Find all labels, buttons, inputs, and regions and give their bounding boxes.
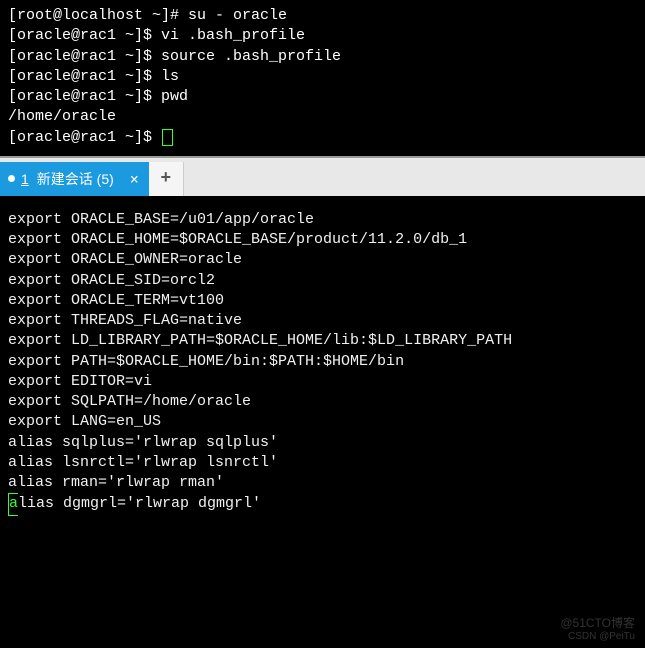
terminal-line: export ORACLE_HOME=$ORACLE_BASE/product/… [8, 230, 637, 250]
shell-prompt: [oracle@rac1 ~]$ [8, 129, 161, 146]
terminal-line: export THREADS_FLAG=native [8, 311, 637, 331]
terminal-line: export LANG=en_US [8, 412, 637, 432]
terminal-line: alias rman='rlwrap rman' [8, 473, 637, 493]
shell-command: /home/oracle [8, 108, 116, 125]
terminal-line: [oracle@rac1 ~]$ pwd [8, 87, 637, 107]
shell-command: vi .bash_profile [161, 27, 305, 44]
terminal-line: [oracle@rac1 ~]$ vi .bash_profile [8, 26, 637, 46]
tab-active-session[interactable]: 1 新建会话 (5) × [0, 162, 149, 196]
shell-command: su - oracle [188, 7, 287, 24]
tab-index: 1 [21, 171, 29, 187]
plus-icon: + [160, 169, 171, 189]
terminal-line: export SQLPATH=/home/oracle [8, 392, 637, 412]
shell-prompt: [oracle@rac1 ~]$ [8, 68, 161, 85]
bottom-panel: 1 新建会话 (5) × + export ORACLE_BASE=/u01/a… [0, 156, 645, 598]
shell-command: ls [161, 68, 179, 85]
tab-bar: 1 新建会话 (5) × + [0, 158, 645, 196]
terminal-line: alias lsnrctl='rlwrap lsnrctl' [8, 453, 637, 473]
terminal-line: export PATH=$ORACLE_HOME/bin:$PATH:$HOME… [8, 352, 637, 372]
close-icon[interactable]: × [130, 170, 139, 188]
terminal-top-panel[interactable]: [root@localhost ~]# su - oracle[oracle@r… [0, 0, 645, 156]
terminal-line: [oracle@rac1 ~]$ [8, 128, 637, 148]
shell-prompt: [oracle@rac1 ~]$ [8, 48, 161, 65]
tab-label: 新建会话 (5) [37, 169, 114, 189]
terminal-line: export ORACLE_SID=orcl2 [8, 271, 637, 291]
terminal-line: export EDITOR=vi [8, 372, 637, 392]
terminal-line: export LD_LIBRARY_PATH=$ORACLE_HOME/lib:… [8, 331, 637, 351]
tab-status-dot-icon [8, 175, 15, 182]
terminal-line: [root@localhost ~]# su - oracle [8, 6, 637, 26]
cursor-icon [162, 129, 173, 146]
shell-prompt: [oracle@rac1 ~]$ [8, 27, 161, 44]
terminal-line: [oracle@rac1 ~]$ ls [8, 67, 637, 87]
terminal-line: alias sqlplus='rlwrap sqlplus' [8, 433, 637, 453]
cursor-icon: a [8, 493, 18, 515]
terminal-line: export ORACLE_BASE=/u01/app/oracle [8, 210, 637, 230]
shell-prompt: [root@localhost ~]# [8, 7, 188, 24]
terminal-bottom-panel[interactable]: export ORACLE_BASE=/u01/app/oracleexport… [0, 196, 645, 598]
terminal-line: /home/oracle [8, 107, 637, 127]
terminal-line: alias dgmgrl='rlwrap dgmgrl' [8, 493, 637, 515]
watermark: @51CTO博客 CSDN @PeiTu [560, 614, 635, 642]
config-line: lias dgmgrl='rlwrap dgmgrl' [18, 495, 261, 512]
terminal-line: [oracle@rac1 ~]$ source .bash_profile [8, 47, 637, 67]
terminal-line: export ORACLE_TERM=vt100 [8, 291, 637, 311]
shell-prompt: [oracle@rac1 ~]$ [8, 88, 161, 105]
terminal-line: export ORACLE_OWNER=oracle [8, 250, 637, 270]
add-tab-button[interactable]: + [149, 162, 184, 196]
shell-command: pwd [161, 88, 188, 105]
shell-command: source .bash_profile [161, 48, 341, 65]
